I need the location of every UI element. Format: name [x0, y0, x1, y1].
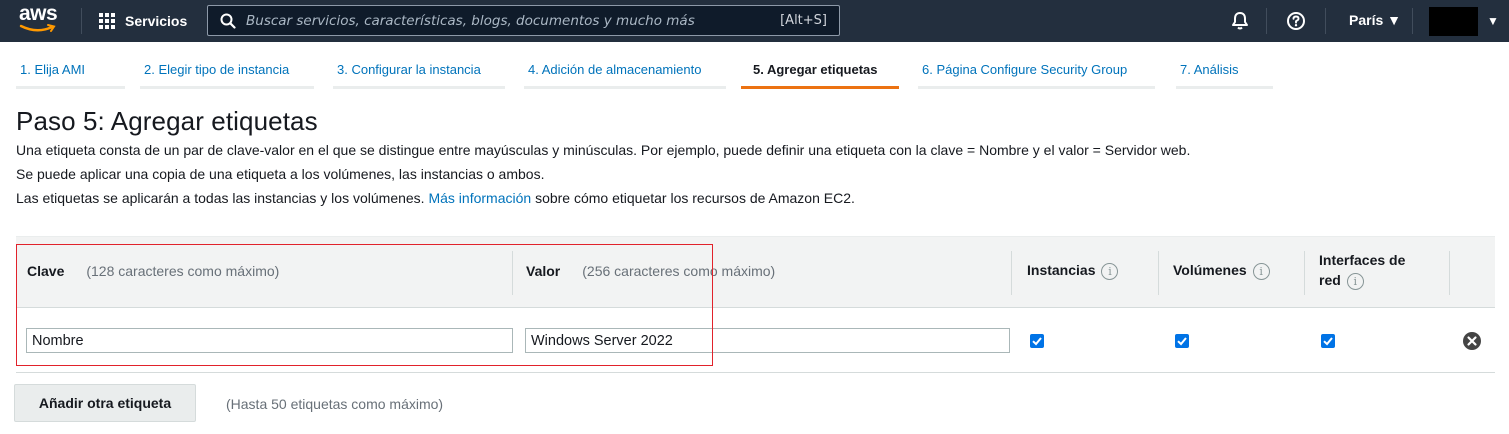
- volumes-checkbox[interactable]: [1175, 334, 1189, 348]
- wizard-step-label: 6. Página Configure Security Group: [922, 62, 1128, 77]
- remove-tag-icon[interactable]: [1463, 332, 1481, 350]
- description-line-2: Se puede aplicar una copia de una etique…: [16, 166, 545, 182]
- checkmark-icon: [1177, 337, 1187, 346]
- column-separator: [1011, 251, 1012, 295]
- wizard-step-5-active[interactable]: 5. Agregar etiquetas: [741, 52, 899, 89]
- checkmark-icon: [1323, 337, 1333, 346]
- interfaces-checkbox[interactable]: [1321, 334, 1335, 348]
- search-icon: [220, 13, 236, 29]
- account-menu-redacted[interactable]: [1429, 7, 1478, 36]
- volumes-header-label: Volúmenes: [1173, 262, 1247, 278]
- add-tag-button[interactable]: Añadir otra etiqueta: [14, 384, 196, 422]
- column-separator: [1449, 251, 1450, 295]
- tag-value-input[interactable]: [525, 328, 1010, 353]
- services-menu-button[interactable]: Servicios: [99, 8, 187, 34]
- help-icon[interactable]: [1286, 11, 1306, 31]
- tag-key-input[interactable]: [26, 328, 513, 353]
- info-icon[interactable]: i: [1252, 262, 1270, 280]
- wizard-step-label: 2. Elegir tipo de instancia: [144, 62, 290, 77]
- account-caret-icon[interactable]: ▼: [1487, 14, 1499, 28]
- interfaces-column-header: Interfaces de red i: [1319, 250, 1405, 290]
- more-info-link[interactable]: Más información: [428, 190, 531, 206]
- value-header-hint: (256 caracteres como máximo): [582, 263, 776, 279]
- wizard-step-label: 1. Elija AMI: [20, 62, 86, 77]
- column-separator: [512, 251, 513, 295]
- wizard-step-label: 5. Agregar etiquetas: [753, 62, 878, 77]
- key-header-hint: (128 caracteres como máximo): [86, 263, 280, 279]
- interfaces-header-label: red: [1319, 272, 1341, 288]
- top-navigation-bar: aws Servicios Buscar servicios, caracter…: [0, 0, 1509, 42]
- value-header-label: Valor: [526, 263, 561, 279]
- instances-header-label: Instancias: [1027, 262, 1096, 278]
- value-column-header: Valor (256 caracteres como máximo): [526, 263, 775, 279]
- services-label: Servicios: [125, 13, 188, 29]
- wizard-step-1[interactable]: 1. Elija AMI: [16, 52, 125, 89]
- wizard-step-4[interactable]: 4. Adición de almacenamiento: [524, 52, 726, 89]
- close-icon: [1467, 336, 1477, 346]
- description-text: Las etiquetas se aplicarán a todas las i…: [16, 190, 425, 206]
- tags-table-header: Clave (128 caracteres como máximo) Valor (…: [16, 236, 1495, 308]
- wizard-step-label: 4. Adición de almacenamiento: [528, 62, 702, 77]
- wizard-steps: 1. Elija AMI 2. Elegir tipo de instancia…: [0, 52, 1509, 90]
- page-title: Paso 5: Agregar etiquetas: [16, 106, 318, 136]
- wizard-step-2[interactable]: 2. Elegir tipo de instancia: [140, 52, 314, 89]
- checkmark-icon: [1032, 337, 1042, 346]
- bell-icon[interactable]: [1230, 11, 1250, 31]
- nav-divider: [1325, 8, 1326, 34]
- wizard-step-label: 7. Análisis: [1180, 62, 1239, 77]
- search-input[interactable]: Buscar servicios, características, blogs…: [207, 5, 840, 36]
- wizard-step-3[interactable]: 3. Configurar la instancia: [333, 52, 505, 89]
- key-header-label: Clave: [27, 263, 65, 279]
- info-icon[interactable]: i: [1346, 272, 1364, 290]
- aws-logo-text: aws: [19, 2, 58, 25]
- instances-column-header: Instancias i: [1027, 262, 1119, 280]
- description-line-3: Las etiquetas se aplicarán a todas las i…: [16, 190, 855, 206]
- wizard-step-label: 3. Configurar la instancia: [337, 62, 481, 77]
- column-separator: [1158, 251, 1159, 295]
- search-placeholder: Buscar servicios, características, blogs…: [246, 12, 695, 29]
- wizard-step-6[interactable]: 6. Página Configure Security Group: [918, 52, 1155, 89]
- grid-icon: [99, 13, 115, 29]
- nav-divider: [1412, 8, 1413, 34]
- aws-logo[interactable]: aws: [19, 2, 63, 38]
- search-shortcut: [Alt+S]: [780, 13, 827, 28]
- region-selector[interactable]: París ▼: [1349, 12, 1401, 28]
- info-icon[interactable]: i: [1101, 262, 1119, 280]
- wizard-step-7[interactable]: 7. Análisis: [1176, 52, 1273, 89]
- description-text: sobre cómo etiquetar los recursos de Ama…: [535, 190, 855, 206]
- nav-divider: [81, 8, 82, 34]
- add-tag-hint: (Hasta 50 etiquetas como máximo): [226, 396, 444, 412]
- table-row: [16, 309, 1495, 373]
- description-line-1: Una etiqueta consta de un par de clave-v…: [16, 142, 1191, 158]
- nav-divider: [1266, 8, 1267, 34]
- key-column-header: Clave (128 caracteres como máximo): [27, 263, 279, 279]
- aws-smile-icon: [19, 24, 56, 32]
- volumes-column-header: Volúmenes i: [1173, 262, 1270, 280]
- interfaces-header-label: Interfaces de: [1319, 252, 1406, 268]
- column-separator: [1304, 251, 1305, 295]
- instances-checkbox[interactable]: [1030, 334, 1044, 348]
